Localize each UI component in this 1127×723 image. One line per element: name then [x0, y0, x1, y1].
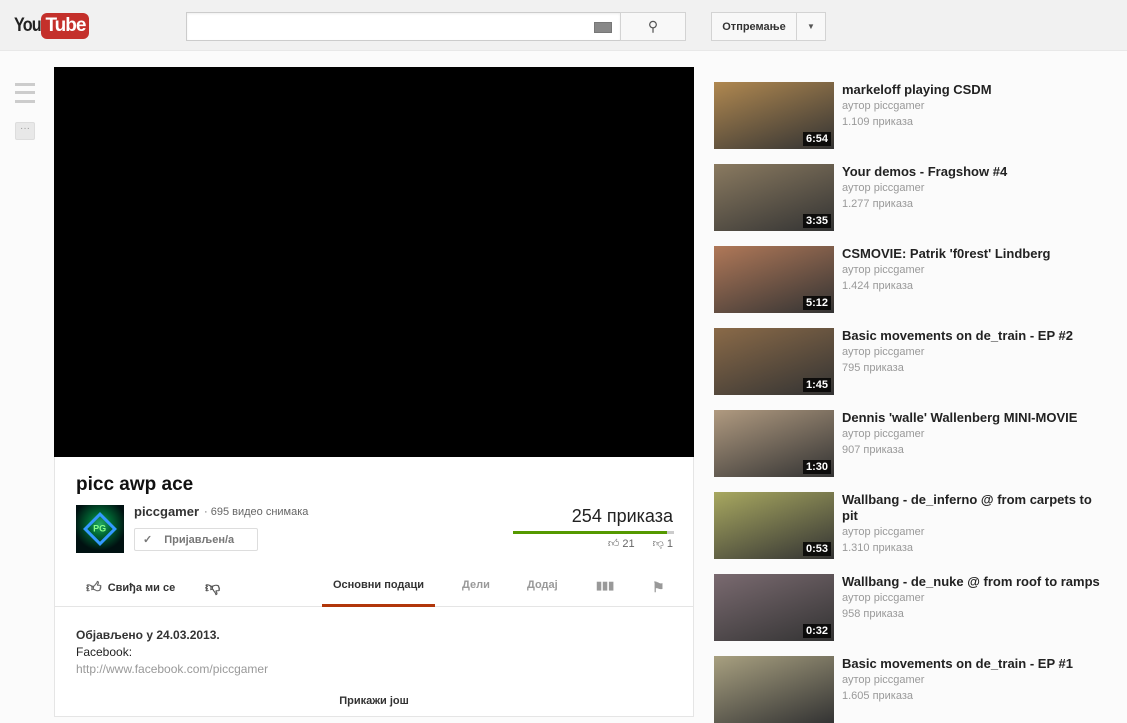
video-duration: 0:32: [802, 624, 831, 638]
video-thumbnail[interactable]: [714, 656, 834, 723]
video-thumbnail[interactable]: 3:35: [714, 164, 834, 231]
related-video-title[interactable]: Basic movements on de_train - EP #1: [842, 656, 1102, 672]
related-video-title[interactable]: Wallbang - de_inferno @ from carpets to …: [842, 492, 1102, 524]
tab-share[interactable]: Дели: [462, 579, 490, 591]
like-label: Свиђа ми се: [107, 582, 176, 594]
search-button[interactable]: ⚲: [620, 12, 686, 41]
related-video-item[interactable]: 1:30 Dennis 'walle' Wallenberg MINI-MOVI…: [714, 410, 1114, 477]
logo-tube: Tube: [41, 12, 90, 39]
masthead: You Tube ⚲ Отпремање ▼: [0, 0, 1127, 51]
subscribe-label: Пријављен/а: [164, 533, 235, 546]
related-video-author: аутор piccgamer: [842, 592, 925, 604]
subscribed-button[interactable]: ✓ Пријављен/а: [134, 528, 258, 551]
channel-name-link[interactable]: piccgamer: [134, 504, 199, 519]
check-icon: ✓: [143, 534, 153, 546]
dislike-count: 1: [666, 538, 673, 550]
like-button[interactable]: 👍︎ Свиђа ми се: [86, 579, 175, 597]
like-ratio-fill: [513, 531, 667, 534]
dislike-button[interactable]: 👎︎: [205, 579, 220, 597]
video-player[interactable]: [54, 67, 694, 457]
related-video-item[interactable]: Basic movements on de_train - EP #1 ауто…: [714, 656, 1114, 723]
tab-about[interactable]: Основни подаци: [322, 579, 435, 607]
channel-video-count: · 695 видео снимака: [204, 506, 309, 518]
thumbs-up-icon: 👍︎: [607, 538, 620, 550]
video-duration: 3:35: [802, 214, 831, 228]
tab-add-to[interactable]: Додај: [527, 579, 558, 591]
channel-avatar[interactable]: PG: [76, 505, 124, 553]
action-bar: 👍︎ Свиђа ми се 👎︎ Основни подаци Дели Дод…: [55, 565, 693, 607]
video-duration: 1:30: [802, 460, 831, 474]
related-video-title[interactable]: Dennis 'walle' Wallenberg MINI-MOVIE: [842, 410, 1102, 426]
related-video-title[interactable]: Your demos - Fragshow #4: [842, 164, 1102, 180]
related-video-item[interactable]: 1:45 Basic movements on de_train - EP #2…: [714, 328, 1114, 395]
video-duration: 1:45: [802, 378, 831, 392]
related-video-author: аутор piccgamer: [842, 428, 925, 440]
upload-dropdown-button[interactable]: ▼: [796, 12, 826, 41]
related-video-item[interactable]: 0:53 Wallbang - de_inferno @ from carpet…: [714, 492, 1114, 559]
thumbs-up-icon: 👍︎: [86, 579, 102, 596]
related-video-author: аутор piccgamer: [842, 346, 925, 358]
related-video-title[interactable]: markeloff playing CSDM: [842, 82, 1102, 98]
flag-icon: ⚑: [652, 579, 665, 595]
video-duration: 6:54: [802, 132, 831, 146]
video-thumbnail[interactable]: 6:54: [714, 82, 834, 149]
video-thumbnail[interactable]: 5:12: [714, 246, 834, 313]
like-ratio-bar: [513, 531, 674, 534]
related-video-title[interactable]: Wallbang - de_nuke @ from roof to ramps: [842, 574, 1102, 590]
more-icon[interactable]: ···: [15, 122, 35, 140]
stats-button[interactable]: ▮▮▮: [596, 579, 614, 592]
description-link[interactable]: http://www.facebook.com/piccgamer: [76, 661, 268, 678]
related-video-author: аутор piccgamer: [842, 526, 925, 538]
youtube-logo[interactable]: You Tube: [14, 11, 90, 40]
related-video-views: 1.424 приказа: [842, 280, 914, 292]
video-duration: 0:53: [802, 542, 831, 556]
related-video-item[interactable]: 0:32 Wallbang - de_nuke @ from roof to r…: [714, 574, 1114, 641]
related-video-views: 1.109 приказа: [842, 116, 914, 128]
video-title: picc awp ace: [76, 474, 194, 495]
view-count: 254 приказа: [571, 506, 673, 526]
video-thumbnail[interactable]: 0:32: [714, 574, 834, 641]
thumbs-down-icon: 👎︎: [652, 538, 664, 550]
related-video-views: 1.605 приказа: [842, 690, 914, 702]
related-video-author: аутор piccgamer: [842, 674, 925, 686]
thumbs-down-icon: 👎︎: [205, 579, 221, 596]
like-count: 21: [622, 538, 635, 550]
description: Објављено у 24.03.2013. Facebook: http:/…: [76, 627, 268, 678]
related-video-views: 1.277 приказа: [842, 198, 914, 210]
related-video-author: аутор piccgamer: [842, 182, 925, 194]
upload-button[interactable]: Отпремање: [711, 12, 797, 41]
related-video-author: аутор piccgamer: [842, 264, 925, 276]
avatar-text: PG: [93, 523, 107, 534]
keyboard-icon[interactable]: [594, 22, 612, 33]
guide-menu-icon[interactable]: [15, 83, 35, 103]
video-info-panel: picc awp ace PG piccgamer · 695 видео сн…: [54, 457, 694, 717]
show-more-button[interactable]: Прикажи још: [55, 695, 693, 707]
report-button[interactable]: ⚑: [652, 579, 665, 596]
related-video-item[interactable]: 5:12 CSMOVIE: Patrik 'f0rest' Lindberg а…: [714, 246, 1114, 313]
video-thumbnail[interactable]: 0:53: [714, 492, 834, 559]
related-video-item[interactable]: 3:35 Your demos - Fragshow #4 аутор picc…: [714, 164, 1114, 231]
bar-chart-icon: ▮▮▮: [596, 580, 615, 592]
related-video-item[interactable]: 6:54 markeloff playing CSDM аутор piccga…: [714, 82, 1114, 149]
video-thumbnail[interactable]: 1:30: [714, 410, 834, 477]
publish-date: Објављено у 24.03.2013.: [76, 628, 220, 642]
related-video-author: аутор piccgamer: [842, 100, 925, 112]
related-video-title[interactable]: CSMOVIE: Patrik 'f0rest' Lindberg: [842, 246, 1102, 262]
chevron-down-icon: ▼: [807, 22, 815, 31]
search-icon: ⚲: [647, 18, 659, 34]
related-video-title[interactable]: Basic movements on de_train - EP #2: [842, 328, 1102, 344]
related-video-views: 795 приказа: [842, 362, 904, 374]
related-video-views: 1.310 приказа: [842, 542, 914, 554]
description-text: Facebook:: [76, 645, 133, 659]
video-thumbnail[interactable]: 1:45: [714, 328, 834, 395]
related-video-views: 907 приказа: [842, 444, 904, 456]
search-input[interactable]: [186, 12, 621, 41]
logo-you: You: [14, 14, 42, 36]
video-duration: 5:12: [802, 296, 831, 310]
related-video-views: 958 приказа: [842, 608, 904, 620]
like-stats: 👍︎ 21 👎︎ 1: [608, 537, 673, 550]
